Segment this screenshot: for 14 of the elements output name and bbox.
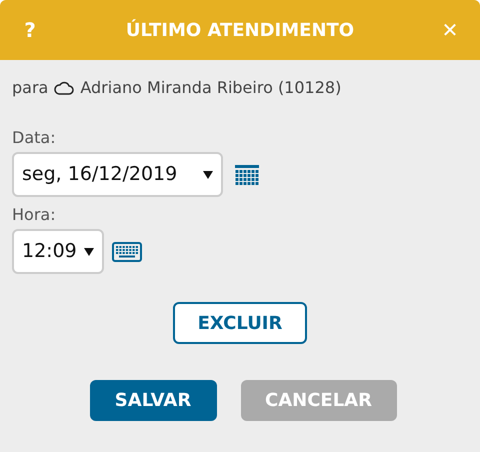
keyboard-icon[interactable] [112,242,142,262]
recipient-prefix: para [12,77,48,99]
dropdown-caret-icon [84,246,94,256]
field-label: Hora: [12,204,57,226]
time-select[interactable]: 12:09 [12,229,104,274]
cloud-icon [54,81,74,95]
field-label: Data: [12,127,57,149]
calendar-icon[interactable] [235,164,259,184]
recipient-name: Adriano Miranda Ribeiro (10128) [80,77,342,99]
dropdown-caret-icon [203,170,213,180]
save-button[interactable]: SALVAR [90,380,216,421]
delete-button[interactable]: EXCLUIR [173,302,307,344]
date-select[interactable]: seg, 16/12/2019 [12,152,223,197]
window-title: ÚLTIMO ATENDIMENTO [126,18,354,42]
